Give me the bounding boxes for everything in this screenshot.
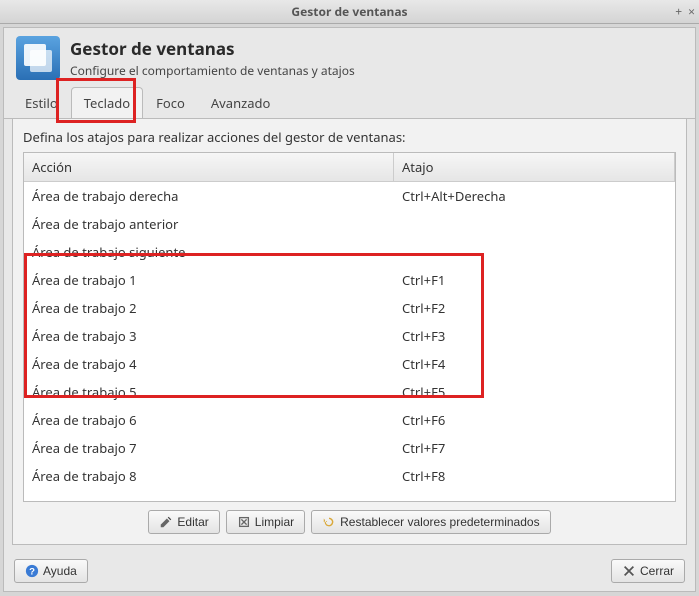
cell-shortcut: Ctrl+F3 [394,322,675,350]
table-body[interactable]: Área de trabajo derechaCtrl+Alt+DerechaÁ… [24,182,675,501]
window-manager-icon [16,36,60,80]
header: Gestor de ventanas Configure el comporta… [4,28,695,86]
page-title: Gestor de ventanas [70,37,355,60]
clear-button[interactable]: Limpiar [226,510,305,534]
cell-shortcut: Ctrl+F7 [394,434,675,462]
cell-shortcut: Ctrl+F5 [394,378,675,406]
cell-action: Área de trabajo anterior [24,210,394,238]
cell-shortcut: Ctrl+Alt+Derecha [394,182,675,210]
tab-focus[interactable]: Foco [143,87,198,118]
reset-label: Restablecer valores predeterminados [340,515,539,529]
clear-label: Limpiar [255,515,294,529]
page-subtitle: Configure el comportamiento de ventanas … [70,62,355,79]
edit-button[interactable]: Editar [148,510,219,534]
titlebar: Gestor de ventanas + × [0,0,699,24]
tab-style[interactable]: Estilo [12,87,71,118]
tab-advanced[interactable]: Avanzado [198,87,284,118]
instruction-text: Defina los atajos para realizar acciones… [23,128,676,146]
table-row[interactable]: Área de trabajo 4Ctrl+F4 [24,350,675,378]
table-row[interactable]: Área de trabajo 6Ctrl+F6 [24,406,675,434]
table-row[interactable]: Área de trabajo 7Ctrl+F7 [24,434,675,462]
close-icon[interactable]: × [688,3,695,20]
cell-action: Área de trabajo 2 [24,294,394,322]
cell-action: Área de trabajo 1 [24,266,394,294]
pencil-icon [159,515,173,529]
help-icon: ? [25,564,39,578]
tab-panel-keyboard: Defina los atajos para realizar acciones… [12,118,687,545]
cell-shortcut [394,238,675,266]
table-row[interactable]: Área de trabajo 5Ctrl+F5 [24,378,675,406]
cell-shortcut: Ctrl+F8 [394,462,675,490]
cell-shortcut: Ctrl+F4 [394,350,675,378]
window-body: Gestor de ventanas Configure el comporta… [3,27,696,592]
shortcut-table: Acción Atajo Área de trabajo derechaCtrl… [23,152,676,502]
reset-icon [322,515,336,529]
cell-shortcut: Ctrl+F6 [394,406,675,434]
table-row[interactable]: Área de trabajo siguiente [24,238,675,266]
cell-action: Área de trabajo 4 [24,350,394,378]
reset-button[interactable]: Restablecer valores predeterminados [311,510,550,534]
table-row[interactable]: Área de trabajo 1Ctrl+F1 [24,266,675,294]
table-header: Acción Atajo [24,153,675,182]
cell-shortcut [394,210,675,238]
cell-action: Área de trabajo 6 [24,406,394,434]
table-row[interactable]: Área de trabajo 2Ctrl+F2 [24,294,675,322]
cell-action: Área de trabajo 3 [24,322,394,350]
cell-action: Área de trabajo siguiente [24,238,394,266]
table-row[interactable]: Área de trabajo derechaCtrl+Alt+Derecha [24,182,675,210]
minimize-icon[interactable]: + [675,3,682,20]
clear-icon [237,515,251,529]
table-row[interactable]: Área de trabajo 8Ctrl+F8 [24,462,675,490]
tab-keyboard[interactable]: Teclado [71,87,143,118]
table-row[interactable]: Área de trabajo anterior [24,210,675,238]
help-label: Ayuda [43,564,77,578]
help-button[interactable]: ? Ayuda [14,559,88,583]
tabs: Estilo Teclado Foco Avanzado [4,87,695,119]
column-action[interactable]: Acción [24,153,394,181]
column-shortcut[interactable]: Atajo [394,153,675,181]
cell-action: Área de trabajo 5 [24,378,394,406]
svg-text:?: ? [29,567,35,578]
close-button[interactable]: Cerrar [611,559,685,583]
window-title: Gestor de ventanas [0,3,699,20]
cell-action: Área de trabajo 7 [24,434,394,462]
close-label: Cerrar [640,564,674,578]
table-row[interactable]: Área de trabajo 3Ctrl+F3 [24,322,675,350]
cell-action: Área de trabajo derecha [24,182,394,210]
cell-action: Área de trabajo 8 [24,462,394,490]
cell-shortcut: Ctrl+F2 [394,294,675,322]
cell-shortcut: Ctrl+F1 [394,266,675,294]
close-x-icon [622,564,636,578]
edit-label: Editar [177,515,208,529]
